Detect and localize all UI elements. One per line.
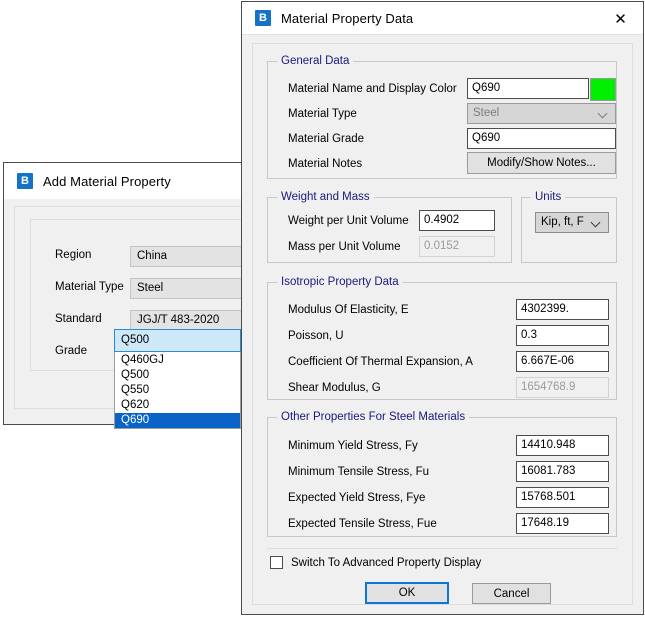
units-value: Kip, ft, F: [541, 216, 584, 228]
chevron-down-icon: [599, 109, 608, 118]
weight-and-mass-legend: Weight and Mass: [277, 191, 374, 203]
modulus-of-elasticity-label: Modulus Of Elasticity, E: [288, 304, 409, 316]
isotropic-property-data-group: Isotropic Property Data Modulus Of Elast…: [267, 282, 617, 400]
minimum-yield-stress-label: Minimum Yield Stress, Fy: [288, 440, 418, 452]
region-row: Region China: [31, 246, 253, 267]
material-grade-input[interactable]: Q690: [467, 128, 616, 149]
standard-label: Standard: [55, 313, 102, 325]
standard-row: Standard JGJ/T 483-2020: [31, 310, 253, 331]
material-type-label: Material Type: [55, 281, 124, 293]
grade-combobox[interactable]: Q500: [114, 329, 241, 352]
mass-per-unit-volume-label: Mass per Unit Volume: [288, 241, 401, 253]
mass-per-unit-volume-input: 0.0152: [419, 236, 495, 257]
app-logo-icon: B: [17, 173, 33, 189]
material-property-data-dialog: B Material Property Data ✕ General Data …: [241, 1, 644, 615]
grade-option[interactable]: Q500: [115, 368, 240, 383]
add-material-title: Add Material Property: [43, 174, 171, 189]
isotropic-legend: Isotropic Property Data: [277, 276, 403, 288]
shear-modulus-label: Shear Modulus, G: [288, 382, 381, 394]
other-properties-legend: Other Properties For Steel Materials: [277, 411, 469, 423]
material-property-titlebar: B Material Property Data ✕: [242, 2, 643, 35]
general-data-group: General Data Material Name and Display C…: [267, 61, 617, 179]
cancel-button[interactable]: Cancel: [472, 583, 551, 604]
poisson-label: Poisson, U: [288, 330, 344, 342]
units-group: Units Kip, ft, F: [521, 197, 617, 263]
other-properties-group: Other Properties For Steel Materials Min…: [267, 417, 617, 537]
checkbox-icon[interactable]: [270, 556, 283, 569]
units-legend: Units: [531, 191, 565, 203]
weight-per-unit-volume-input[interactable]: 0.4902: [419, 210, 495, 231]
material-type-select[interactable]: Steel: [467, 103, 616, 124]
modify-show-notes-button[interactable]: Modify/Show Notes...: [467, 152, 616, 174]
chevron-down-icon: [592, 218, 601, 227]
expected-tensile-stress-label: Expected Tensile Stress, Fue: [288, 518, 437, 530]
material-property-panel: General Data Material Name and Display C…: [252, 43, 633, 605]
thermal-expansion-label: Coefficient Of Thermal Expansion, A: [288, 356, 473, 368]
minimum-yield-stress-input[interactable]: 14410.948: [516, 435, 609, 456]
expected-yield-stress-input[interactable]: 15768.501: [516, 487, 609, 508]
advanced-property-display-checkbox[interactable]: Switch To Advanced Property Display: [270, 556, 481, 569]
region-label: Region: [55, 249, 91, 261]
minimum-tensile-stress-input[interactable]: 16081.783: [516, 461, 609, 482]
material-grade-label: Material Grade: [288, 133, 364, 145]
material-type-label: Material Type: [288, 108, 357, 120]
material-type-row: Material Type Steel: [31, 278, 253, 299]
thermal-expansion-input[interactable]: 6.667E-06: [516, 351, 609, 372]
grade-option[interactable]: Q620: [115, 398, 240, 413]
material-type-value: Steel: [473, 107, 499, 119]
display-color-swatch[interactable]: [590, 78, 616, 101]
app-logo-icon: B: [255, 10, 271, 26]
poisson-input[interactable]: 0.3: [516, 325, 609, 346]
general-data-legend: General Data: [277, 55, 353, 67]
close-icon[interactable]: ✕: [598, 2, 643, 35]
material-notes-label: Material Notes: [288, 158, 362, 170]
modulus-of-elasticity-input[interactable]: 4302399.: [516, 299, 609, 320]
grade-option[interactable]: Q550: [115, 383, 240, 398]
grade-option[interactable]: Q460GJ: [115, 353, 240, 368]
grade-label: Grade: [55, 345, 87, 357]
material-name-input[interactable]: Q690: [467, 78, 589, 99]
add-material-titlebar: B Add Material Property: [4, 163, 241, 199]
units-select[interactable]: Kip, ft, F: [535, 212, 609, 233]
expected-tensile-stress-input[interactable]: 17648.19: [516, 513, 609, 534]
ok-button[interactable]: OK: [365, 582, 449, 604]
footer-divider: [267, 548, 617, 549]
grade-dropdown-list[interactable]: Q460GJ Q500 Q550 Q620 Q690: [114, 352, 241, 429]
grade-option-highlighted[interactable]: Q690: [115, 413, 240, 428]
minimum-tensile-stress-label: Minimum Tensile Stress, Fu: [288, 466, 429, 478]
shear-modulus-input: 1654768.9: [516, 377, 609, 398]
material-name-label: Material Name and Display Color: [288, 83, 457, 95]
material-property-body: General Data Material Name and Display C…: [242, 35, 643, 614]
advanced-property-display-label: Switch To Advanced Property Display: [291, 557, 481, 569]
weight-per-unit-volume-label: Weight per Unit Volume: [288, 215, 409, 227]
expected-yield-stress-label: Expected Yield Stress, Fye: [288, 492, 425, 504]
material-property-title: Material Property Data: [281, 11, 413, 26]
weight-and-mass-group: Weight and Mass Weight per Unit Volume 0…: [267, 197, 512, 263]
